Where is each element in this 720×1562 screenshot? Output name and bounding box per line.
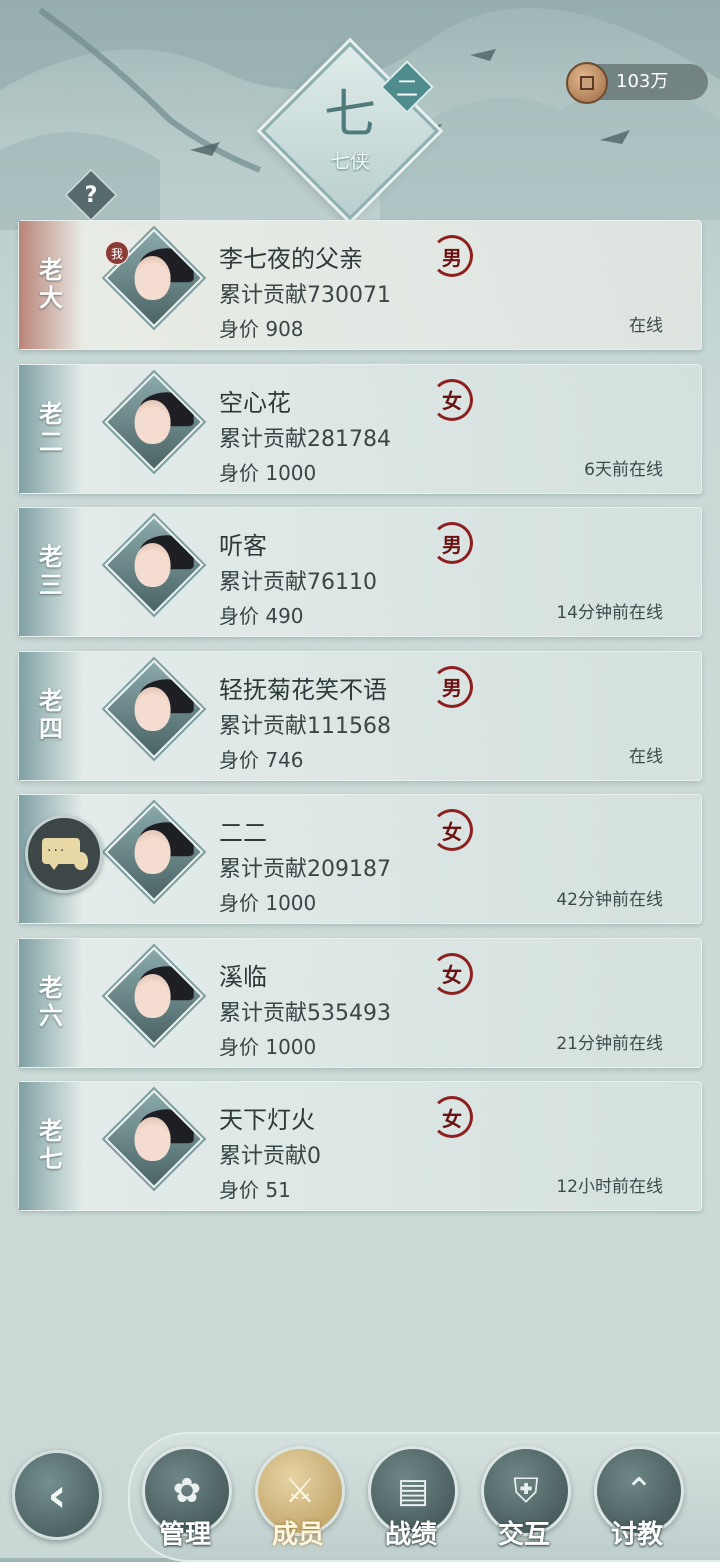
rank-tab: 老三 bbox=[19, 508, 83, 636]
rank-label: 老二 bbox=[34, 400, 64, 457]
avatar[interactable] bbox=[104, 515, 204, 615]
online-status: 在线 bbox=[629, 316, 663, 336]
member-name: 溪临 bbox=[219, 962, 267, 991]
member-contribution: 累计贡献730071 bbox=[219, 283, 391, 308]
online-status: 在线 bbox=[629, 746, 663, 767]
member-list: 老大 我 李七夜的父亲 男 累计贡献730071 身价 908 在线 老二 空心… bbox=[18, 220, 702, 1225]
sect-rank-text: 二 bbox=[395, 77, 418, 102]
member-contribution: 累计贡献111568 bbox=[219, 713, 391, 739]
member-name: 轻抚菊花笑不语 bbox=[219, 675, 387, 704]
online-status: 14分钟前在线 bbox=[556, 603, 663, 623]
question-icon: ? bbox=[84, 182, 98, 208]
gender-badge: 女 bbox=[431, 809, 473, 851]
sect-emblem-glyph: 七 bbox=[323, 84, 376, 145]
gender-badge: 女 bbox=[431, 1096, 473, 1138]
nav-label: 讨教 bbox=[610, 1520, 663, 1550]
rank-tab: 老四 bbox=[19, 651, 83, 780]
member-contribution: 累计贡献535493 bbox=[219, 1000, 391, 1026]
currency-display: 103万 bbox=[566, 62, 708, 104]
currency-value: 103万 bbox=[616, 71, 669, 92]
online-status: 21分钟前在线 bbox=[556, 1033, 663, 1054]
rank-label: 老七 bbox=[34, 1118, 64, 1174]
gender-badge: 男 bbox=[431, 235, 473, 277]
sect-name: 七侠 bbox=[330, 148, 370, 173]
member-card[interactable]: 老四 轻抚菊花笑不语 男 累计贡献111568 身价 746 在线 bbox=[18, 650, 702, 781]
avatar[interactable] bbox=[104, 1089, 204, 1189]
rank-label: 老六 bbox=[34, 974, 64, 1031]
rank-label: 老大 bbox=[34, 257, 64, 313]
member-card[interactable]: 老大 我 李七夜的父亲 男 累计贡献730071 身价 908 在线 bbox=[18, 220, 702, 350]
nav-members[interactable]: ⚔ 成员 bbox=[253, 1446, 345, 1558]
nav-label: 战绩 bbox=[384, 1520, 437, 1550]
member-worth: 身价 51 bbox=[219, 1178, 291, 1202]
member-worth: 身价 1000 bbox=[219, 460, 317, 485]
member-name: 空心花 bbox=[219, 388, 291, 417]
gender-badge: 男 bbox=[431, 522, 473, 564]
online-status: 6天前在线 bbox=[584, 459, 663, 480]
back-arrow-icon: ‹ bbox=[47, 1468, 67, 1522]
avatar[interactable] bbox=[104, 372, 204, 471]
member-worth: 身价 490 bbox=[219, 604, 304, 628]
member-contribution: 累计贡献0 bbox=[219, 1144, 321, 1169]
member-card[interactable]: 老六 溪临 女 累计贡献535493 身价 1000 21分钟前在线 bbox=[18, 937, 702, 1068]
rank-tab: 老七 bbox=[19, 1082, 83, 1210]
nav-label: 交互 bbox=[497, 1520, 550, 1550]
gender-badge: 女 bbox=[431, 952, 473, 995]
gender-badge: 女 bbox=[431, 378, 473, 421]
rank-label: 老三 bbox=[34, 544, 64, 600]
member-card[interactable]: 老三 听客 男 累计贡献76110 身价 490 14分钟前在线 bbox=[18, 507, 702, 637]
avatar[interactable] bbox=[104, 946, 204, 1045]
back-button[interactable]: ‹ bbox=[12, 1450, 102, 1540]
member-card[interactable]: ··· 二二 女 累计贡献209187 身价 1000 42分钟前在线 bbox=[18, 794, 702, 924]
avatar[interactable] bbox=[104, 802, 204, 902]
member-name: 天下灯火 bbox=[219, 1106, 315, 1134]
member-card[interactable]: 老二 空心花 女 累计贡献281784 身价 1000 6天前在线 bbox=[18, 363, 702, 494]
member-name: 二二 bbox=[219, 819, 267, 847]
avatar[interactable] bbox=[104, 659, 204, 758]
gender-badge: 男 bbox=[431, 665, 473, 708]
member-contribution: 累计贡献281784 bbox=[219, 426, 391, 452]
member-card[interactable]: 老七 天下灯火 女 累计贡献0 身价 51 12小时前在线 bbox=[18, 1081, 702, 1211]
member-contribution: 累计贡献76110 bbox=[219, 570, 377, 595]
rank-tab: 老二 bbox=[19, 364, 83, 493]
rank-tab: 老六 bbox=[19, 938, 83, 1067]
member-name: 李七夜的父亲 bbox=[219, 245, 363, 273]
member-worth: 身价 908 bbox=[219, 317, 304, 341]
copper-coin-icon bbox=[566, 62, 608, 104]
rank-tab: 老大 bbox=[19, 221, 83, 349]
nav-manage[interactable]: ✿ 管理 bbox=[140, 1446, 232, 1558]
self-tag: 我 bbox=[105, 241, 129, 265]
nav-label: 管理 bbox=[158, 1520, 211, 1550]
nav-spar[interactable]: ⌃ 讨教 bbox=[592, 1446, 684, 1558]
member-contribution: 累计贡献209187 bbox=[219, 857, 391, 882]
nav-interact[interactable]: ⛨ 交互 bbox=[479, 1446, 571, 1558]
online-status: 42分钟前在线 bbox=[556, 890, 663, 910]
online-status: 12小时前在线 bbox=[556, 1177, 663, 1197]
nav-records[interactable]: ▤ 战绩 bbox=[366, 1446, 458, 1558]
member-worth: 身价 1000 bbox=[219, 891, 317, 915]
rank-label: 老四 bbox=[34, 687, 64, 744]
chat-button[interactable]: ··· bbox=[25, 815, 103, 893]
member-worth: 身价 746 bbox=[219, 747, 304, 772]
member-worth: 身价 1000 bbox=[219, 1034, 317, 1059]
member-name: 听客 bbox=[219, 532, 267, 560]
nav-label: 成员 bbox=[271, 1520, 324, 1550]
gourd-icon bbox=[74, 852, 88, 870]
